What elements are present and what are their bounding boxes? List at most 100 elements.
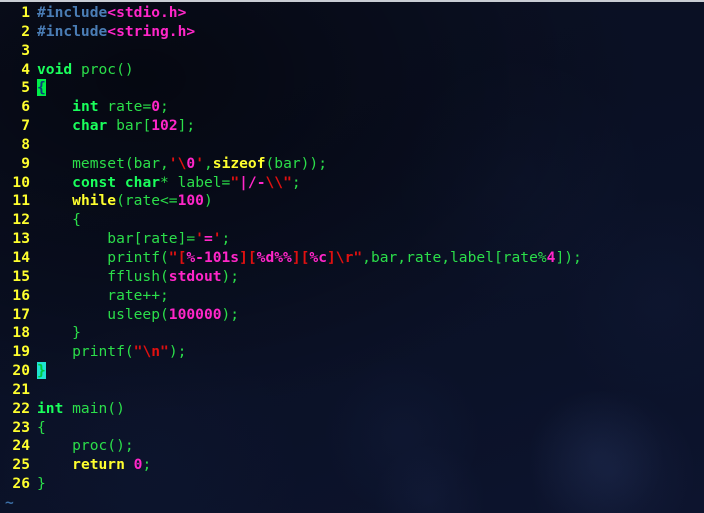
code-token: ' <box>195 154 204 172</box>
code-token: char <box>72 117 108 135</box>
code-token: ; <box>291 173 301 191</box>
code-token: " <box>230 173 240 191</box>
code-token: 0 <box>151 98 161 116</box>
line-number: 21 <box>12 380 30 398</box>
code-line[interactable]: 24 proc(); <box>0 437 704 456</box>
line-number: 3 <box>21 41 30 59</box>
line-number: 11 <box>12 192 30 210</box>
code-content-area[interactable]: 1 #include<stdio.h> 2 #include<string.h> 3 4 v… <box>0 2 704 494</box>
line-number: 12 <box>12 211 30 229</box>
empty-line-marker-row: ~ <box>5 494 14 513</box>
line-number: 16 <box>12 286 30 304</box>
line-number: 13 <box>12 230 30 248</box>
code-token: main() <box>63 399 125 417</box>
code-token: " <box>283 173 292 191</box>
code-line[interactable]: 2 #include<string.h> <box>0 23 704 42</box>
code-token: const <box>72 173 117 191</box>
code-line[interactable]: 10 const char* label="|/-\\"; <box>0 174 704 193</box>
code-token: (rate<= <box>116 192 178 210</box>
code-token: int <box>72 98 99 116</box>
code-token: ); <box>221 305 240 323</box>
line-number: 18 <box>12 324 30 342</box>
code-token: proc(); <box>37 437 134 455</box>
code-token: %d%% <box>256 248 292 266</box>
line-number: 14 <box>12 248 30 266</box>
tilde-icon: ~ <box>5 494 14 511</box>
code-token: return <box>72 456 125 474</box>
code-line[interactable]: 16 rate++; <box>0 287 704 306</box>
code-line[interactable]: 23 { <box>0 419 704 438</box>
code-token: \\ <box>265 173 284 191</box>
code-line[interactable]: 6 int rate=0; <box>0 98 704 117</box>
code-token: 0 <box>186 154 196 172</box>
matched-brace-highlight: { <box>37 79 46 97</box>
code-editor-window[interactable]: 1 #include<stdio.h> 2 #include<string.h> 3 4 v… <box>0 0 704 513</box>
code-line[interactable]: 18 } <box>0 324 704 343</box>
code-token: ' <box>168 154 178 172</box>
code-line[interactable]: 17 usleep(100000); <box>0 306 704 325</box>
code-token: usleep( <box>37 305 169 323</box>
line-number: 22 <box>12 399 30 417</box>
code-token: { <box>37 418 46 436</box>
code-line[interactable]: 11 while(rate<=100) <box>0 192 704 211</box>
line-number: 1 <box>21 4 30 21</box>
code-line[interactable]: 7 char bar[102]; <box>0 117 704 136</box>
code-line[interactable]: 21 <box>0 381 704 400</box>
code-token: ][ <box>291 248 310 266</box>
line-number: 26 <box>12 475 30 493</box>
code-line[interactable]: 19 printf("\n"); <box>0 343 704 362</box>
code-token: , <box>203 154 213 172</box>
code-token: \n <box>142 343 161 361</box>
code-token: ]); <box>555 248 582 266</box>
code-line[interactable]: 26} <box>0 475 704 494</box>
code-token: ); <box>221 267 240 285</box>
code-token: bar[ <box>107 117 152 135</box>
code-token: int <box>37 399 64 417</box>
code-line[interactable]: 8 <box>0 136 704 155</box>
line-number: 6 <box>21 98 30 116</box>
code-token: \r <box>335 248 354 266</box>
code-line[interactable]: 12 { <box>0 211 704 230</box>
code-line[interactable]: 22 int main() <box>0 400 704 419</box>
code-token: sizeof <box>212 154 266 172</box>
code-line[interactable]: 20} <box>0 362 704 381</box>
code-line[interactable]: 1 #include<stdio.h> <box>0 4 704 23</box>
code-token: %-101s <box>186 248 240 266</box>
line-number: 2 <box>21 22 30 40</box>
code-token: #include <box>37 22 108 40</box>
code-line[interactable]: 15 fflush(stdout); <box>0 268 704 287</box>
code-token: ; <box>142 456 152 474</box>
code-token: rate++; <box>37 286 169 304</box>
code-line[interactable]: 5{ <box>0 79 704 98</box>
code-token: stdout <box>168 267 222 285</box>
code-token: |/- <box>239 173 266 191</box>
cursor-block[interactable]: } <box>37 362 46 380</box>
line-number: 15 <box>12 267 30 285</box>
code-line[interactable]: 13 bar[rate]='='; <box>0 230 704 249</box>
code-token: ]; <box>177 117 196 135</box>
code-line[interactable]: 9 memset(bar,'\0',sizeof(bar)); <box>0 155 704 174</box>
line-number: 19 <box>12 343 30 361</box>
code-token: } <box>37 475 46 493</box>
code-line[interactable]: 3 <box>0 42 704 61</box>
code-token: printf( <box>37 343 134 361</box>
code-token: ; <box>160 98 169 116</box>
code-token: ); <box>168 343 187 361</box>
code-token: " <box>353 248 363 266</box>
code-token: ] <box>326 248 336 266</box>
code-token: = <box>203 230 213 248</box>
code-token: void <box>37 60 73 78</box>
code-token: #include <box>37 4 108 21</box>
line-number: 5 <box>21 79 30 97</box>
code-line[interactable]: 25 return 0; <box>0 456 704 475</box>
code-token: fflush( <box>37 267 169 285</box>
code-line[interactable]: 14 printf("[%-101s][%d%%][%c]\r",bar,rat… <box>0 249 704 268</box>
code-token: 102 <box>151 117 178 135</box>
code-line[interactable]: 4 void proc() <box>0 61 704 80</box>
